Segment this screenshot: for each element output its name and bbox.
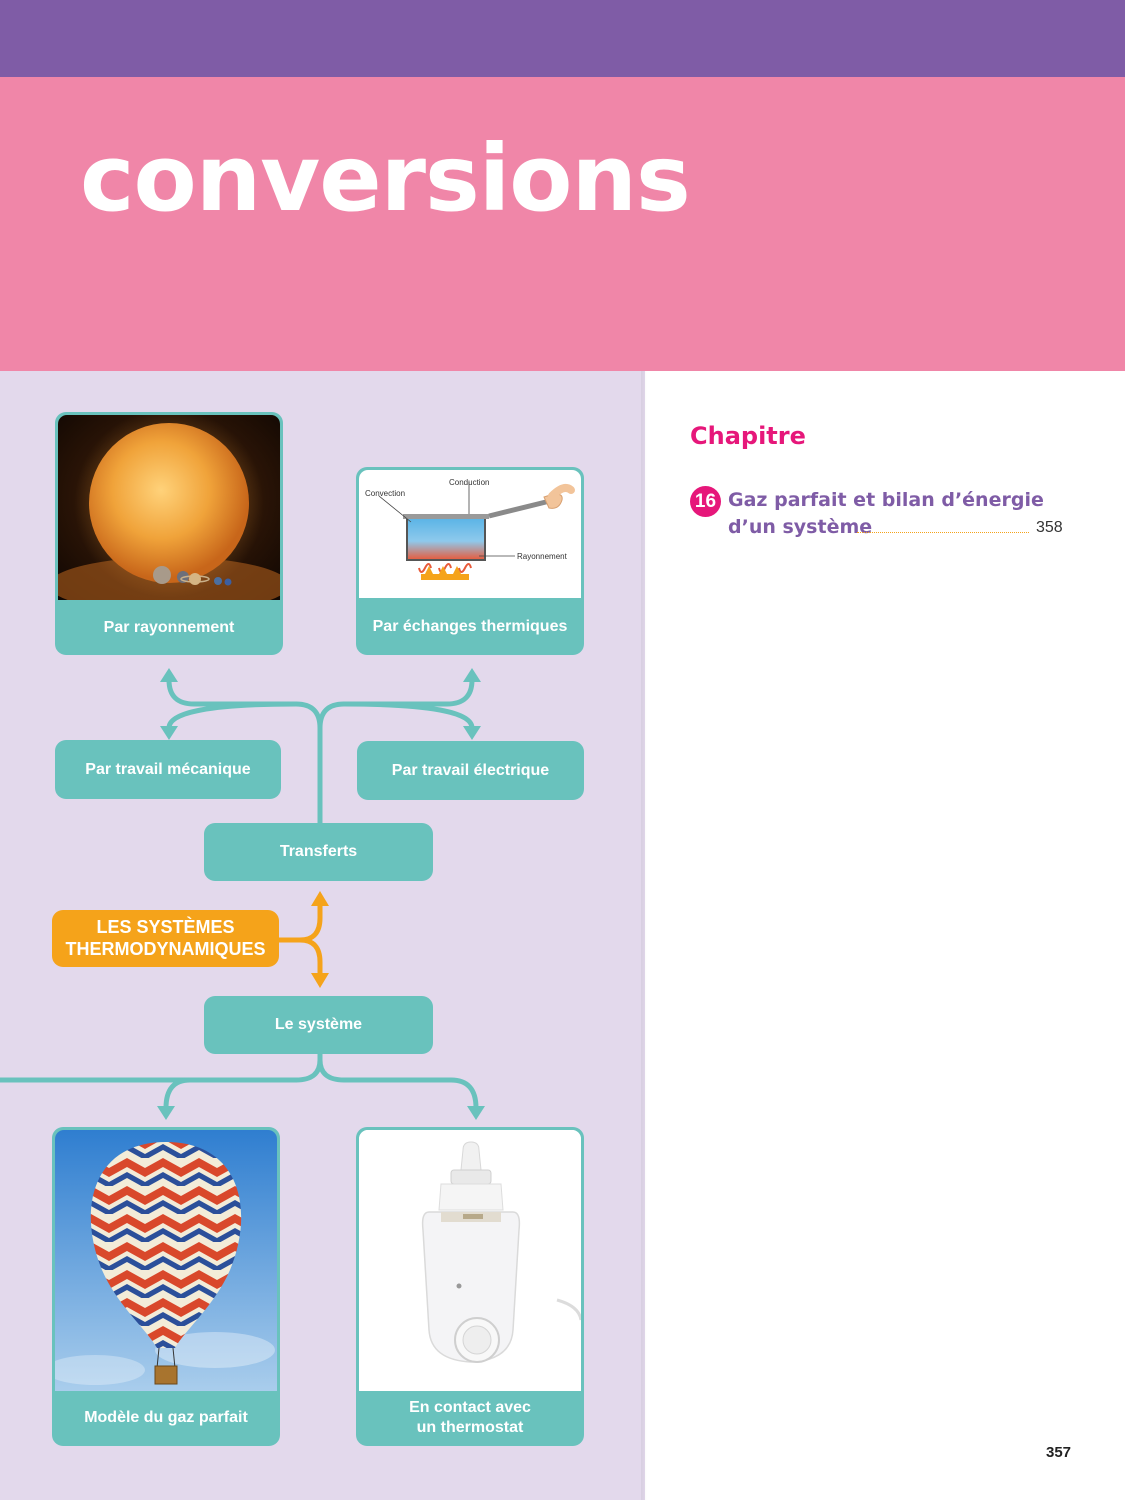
card-echanges: Conduction Convection Rayonnement Par éc… [356, 467, 584, 655]
chapter-page-ref: 358 [1036, 519, 1063, 536]
label-rayonnement-diagram: Rayonnement [517, 552, 568, 561]
label-convection: Convection [365, 489, 405, 498]
thermostat-line2: un thermostat [416, 1419, 524, 1436]
heat-transfer-diagram: Conduction Convection Rayonnement [365, 478, 575, 580]
node-transferts: Transferts [204, 823, 433, 881]
label-conduction: Conduction [449, 478, 489, 487]
chapter-heading: Chapitre [690, 422, 806, 450]
card-thermostat: En contact avec un thermostat [356, 1127, 584, 1446]
dot-leader [857, 532, 1029, 533]
caption-thermostat: En contact avec un thermostat [356, 1390, 584, 1446]
node-systemes-thermodynamiques: LES SYSTÈMES THERMODYNAMIQUES [52, 910, 279, 967]
chapter-number-badge: 16 [690, 486, 721, 517]
pan-diagram-image: Conduction Convection Rayonnement [359, 470, 581, 598]
caption-gaz-parfait: Modèle du gaz parfait [84, 1409, 248, 1426]
center-line2: THERMODYNAMIQUES [65, 938, 266, 959]
center-line1: LES SYSTÈMES [96, 916, 235, 937]
bottle-warmer-icon [359, 1130, 581, 1391]
balloon-image [55, 1130, 277, 1391]
sun-icon [58, 415, 280, 600]
node-le-systeme: Le système [204, 996, 433, 1054]
node-travail-electrique: Par travail électrique [357, 741, 584, 800]
card-rayonnement: Par rayonnement [55, 412, 283, 655]
chapter-title-line2: d’un système [728, 516, 873, 538]
caption-echanges: Par échanges thermiques [372, 617, 568, 635]
node-travail-mecanique: Par travail mécanique [55, 740, 281, 799]
card-gaz-parfait: Modèle du gaz parfait [52, 1127, 280, 1446]
sun-image [58, 415, 280, 600]
bottle-warmer-image [359, 1130, 581, 1391]
panel-divider [641, 371, 647, 1500]
chapter-title-line1: Gaz parfait et bilan d’énergie [728, 489, 1044, 511]
page-number: 357 [1046, 1444, 1072, 1461]
hot-air-balloon-icon [55, 1130, 277, 1391]
top-color-band [0, 0, 1125, 77]
page-title: conversions [80, 125, 691, 232]
caption-rayonnement: Par rayonnement [103, 618, 235, 636]
thermostat-line1: En contact avec [409, 1399, 531, 1416]
